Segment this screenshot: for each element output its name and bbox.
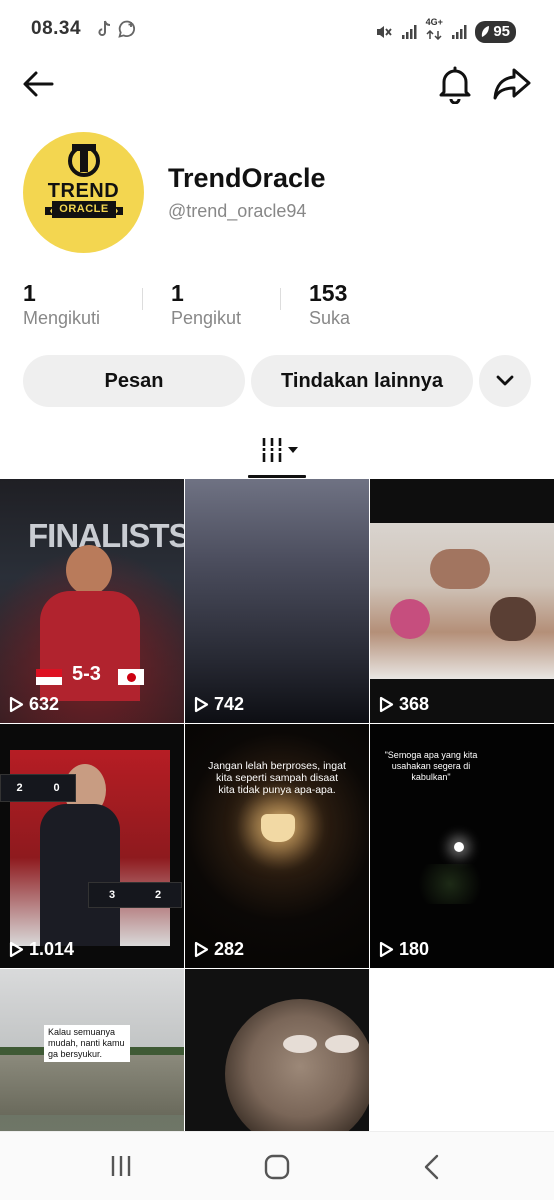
view-count-text: 632	[29, 694, 60, 714]
view-count-text: 180	[399, 939, 430, 959]
share-icon[interactable]	[492, 66, 532, 102]
play-icon	[9, 696, 24, 713]
video-tile[interactable]: 742	[185, 479, 369, 723]
status-app-icons	[96, 20, 136, 38]
stat-divider	[142, 288, 143, 310]
stat-value: 153	[309, 280, 348, 306]
recent-apps-icon[interactable]	[108, 1154, 134, 1178]
stat-following[interactable]: 1 Mengikuti	[23, 280, 100, 329]
score: 2	[154, 889, 162, 901]
score: 0	[53, 782, 60, 794]
expand-button[interactable]	[479, 355, 531, 407]
system-nav-bar	[0, 1131, 554, 1200]
more-actions-button[interactable]: Tindakan lainnya	[251, 355, 473, 407]
indonesia-flag-icon	[36, 669, 62, 685]
monkey-face	[225, 999, 369, 1149]
bell-icon[interactable]	[436, 64, 474, 104]
tile-foliage	[410, 864, 490, 904]
tile-caption: "Semoga apa yang kita usahakan segera di…	[384, 750, 478, 782]
tile-person-body	[40, 804, 120, 946]
username: @trend_oracle94	[168, 201, 307, 221]
brand-logo-icon	[68, 144, 100, 177]
stat-divider	[280, 288, 281, 310]
score: 2	[16, 782, 23, 794]
battery-level: 95	[493, 22, 510, 40]
video-tile[interactable]: "Semoga apa yang kita usahakan segera di…	[370, 724, 554, 968]
chevron-down-icon	[496, 375, 514, 386]
play-icon	[194, 941, 209, 958]
status-right: 4G+ 95	[375, 18, 516, 45]
score: 3	[108, 889, 116, 901]
data-arrows-icon	[426, 29, 442, 41]
tile-water	[0, 1055, 184, 1115]
tile-player-head	[66, 545, 112, 595]
status-time: 08.34	[31, 18, 82, 39]
home-icon[interactable]	[264, 1154, 290, 1180]
view-count: 282	[194, 939, 244, 960]
avatar-title: TREND	[47, 180, 120, 202]
lantern-glow	[261, 814, 295, 842]
view-count: 1.014	[9, 939, 74, 960]
view-count-text: 368	[399, 694, 430, 714]
view-count: 180	[379, 939, 429, 960]
view-count-text: 1.014	[29, 939, 75, 959]
monkey-eye	[283, 1035, 317, 1053]
monkey-eye	[325, 1035, 359, 1053]
video-tile[interactable]: 368	[370, 479, 554, 723]
tile-headline: FINALISTS	[28, 517, 184, 554]
play-icon	[194, 696, 209, 713]
battery-indicator: 95	[475, 20, 516, 43]
tile-photo-detail	[430, 549, 490, 589]
view-count: 368	[379, 694, 429, 715]
video-grid: FINALISTS 5-3 632 742 368 2 0 3 2 1.014 …	[0, 479, 554, 1200]
mute-icon	[377, 25, 393, 38]
tile-caption: Kalau semuanya mudah, nanti kamu ga bers…	[44, 1025, 130, 1062]
video-tile[interactable]: Jangan lelah berproses, ingat kita seper…	[185, 724, 369, 968]
tile-photo-detail	[490, 597, 536, 641]
scoreboard-bottom: 3 2	[88, 882, 182, 908]
stat-likes[interactable]: 153 Suka	[309, 280, 350, 329]
top-nav	[0, 62, 554, 106]
avatar[interactable]: TREND ORACLE	[23, 132, 144, 253]
tile-score: 5-3	[72, 663, 101, 685]
status-bar: 08.34 4G+ 95	[0, 0, 554, 60]
display-name: TrendOracle	[168, 163, 326, 193]
stat-label: Pengikut	[171, 308, 242, 328]
view-count-text: 742	[214, 694, 245, 714]
avatar-ribbon-icon	[45, 207, 123, 215]
play-icon	[9, 941, 24, 958]
scoreboard-top: 2 0	[0, 774, 76, 802]
stat-value: 1	[171, 280, 184, 306]
signal-icon	[402, 24, 417, 39]
japan-flag-icon	[118, 669, 144, 685]
battery-leaf-icon	[482, 25, 490, 37]
stat-label: Suka	[309, 308, 351, 328]
back-arrow-icon[interactable]	[20, 66, 56, 102]
active-tab-indicator	[248, 475, 306, 478]
back-icon[interactable]	[422, 1154, 440, 1180]
network-type: 4G+	[425, 18, 443, 45]
tiktok-icon	[98, 20, 111, 36]
stat-label: Mengikuti	[23, 308, 101, 328]
stat-value: 1	[23, 280, 36, 306]
view-count: 742	[194, 694, 244, 715]
tile-caption: Jangan lelah berproses, ingat kita seper…	[208, 760, 346, 796]
message-button[interactable]: Pesan	[23, 355, 245, 407]
signal-icon	[452, 24, 467, 39]
moon-light	[454, 842, 464, 852]
whatsapp-icon	[118, 20, 135, 38]
stat-followers[interactable]: 1 Pengikut	[171, 280, 241, 329]
play-icon	[379, 696, 394, 713]
view-count-text: 282	[214, 939, 245, 959]
tile-photo-detail	[390, 599, 430, 639]
grid-filter-icon[interactable]	[248, 428, 306, 478]
play-icon	[379, 941, 394, 958]
video-tile[interactable]: FINALISTS 5-3 632	[0, 479, 184, 723]
video-tile[interactable]: 2 0 3 2 1.014	[0, 724, 184, 968]
view-count: 632	[9, 694, 59, 715]
